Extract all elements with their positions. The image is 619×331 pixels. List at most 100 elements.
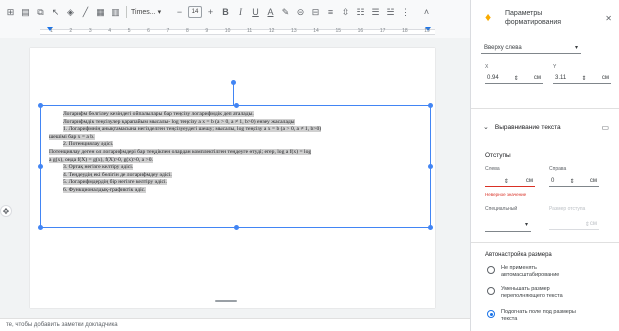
ruler-number: 15 — [335, 28, 342, 34]
ruler-number: 18 — [402, 28, 408, 34]
left-indent-label: Слева — [485, 166, 500, 172]
resize-handle-sw[interactable] — [38, 225, 43, 230]
toolbar: ⊞ ▤ ⧉ ↖ ◈ ╱ ▦ ▥ Times... ▾ − 14 + B I U … — [0, 0, 470, 24]
ruler-number: 10 — [224, 28, 231, 34]
stepper-icon[interactable]: ⇕ — [514, 75, 519, 82]
shape-icon[interactable]: ◈ — [64, 6, 77, 19]
resize-handle-n[interactable] — [234, 103, 239, 108]
select-icon[interactable]: ↖ — [49, 6, 62, 19]
bulleted-list-icon[interactable]: ☰ — [369, 6, 382, 19]
comment-icon[interactable]: ▭ — [601, 123, 609, 132]
autofit-resize-radio[interactable] — [487, 310, 495, 318]
slides-app: ⊞ ▤ ⧉ ↖ ◈ ╱ ▦ ▥ Times... ▾ − 14 + B I U … — [0, 0, 619, 331]
more-icon[interactable]: ⋮ — [399, 6, 412, 19]
rotate-handle[interactable] — [231, 80, 236, 85]
ruler-number: 7 — [166, 28, 170, 34]
ruler-number: 19 — [424, 28, 430, 34]
autofit-resize-label: Подогнать поле под размеры текста — [501, 309, 576, 322]
panel-divider — [471, 242, 619, 243]
text-line: Потенциялау деген ол логарифмдері бар те… — [49, 148, 312, 155]
ruler-numbers: 1 2 3 4 5 6 7 8 9 10 11 12 13 14 15 16 1… — [50, 28, 430, 34]
bold-icon[interactable]: B — [219, 6, 232, 19]
stepper-icon[interactable]: ⇕ — [582, 75, 587, 82]
autofit-shrink-radio[interactable] — [487, 287, 495, 295]
ruler-number: 17 — [379, 28, 386, 34]
checklist-icon[interactable]: ☷ — [354, 6, 367, 19]
layout-icon[interactable]: ▥ — [109, 6, 122, 19]
special-indent-label: Специальный — [485, 206, 518, 212]
special-indent-dropdown[interactable]: ▾ — [485, 218, 531, 232]
resize-handle-s[interactable] — [234, 225, 239, 230]
font-increase-icon[interactable]: + — [204, 6, 217, 19]
left-indent-unit: см — [525, 178, 533, 184]
ruler-number: 2 — [69, 28, 73, 34]
font-select[interactable]: Times... ▾ — [131, 5, 171, 19]
autofit-none-radio[interactable] — [487, 266, 495, 274]
slide-page[interactable]: Логарифм бөлгілеу кезіндегі ойпалылары б… — [30, 48, 435, 308]
collapse-icon[interactable]: ˄ — [420, 6, 433, 19]
ruler-number: 12 — [268, 28, 275, 34]
y-unit: см — [601, 75, 609, 81]
ruler-number: 9 — [205, 28, 209, 34]
ruler-number: 14 — [313, 28, 319, 34]
text-alignment-title: Выравнивание текста — [494, 123, 561, 131]
underline-icon[interactable]: U — [249, 6, 262, 19]
autofit-title: Автонастройка размера — [485, 252, 552, 258]
notes-resize-handle[interactable] — [215, 300, 237, 302]
stepper-icon[interactable]: ⇕ — [570, 178, 575, 185]
right-indent-field[interactable]: 0 ⇕ см — [549, 177, 599, 187]
text-line: 3. Ортақ негізге келтіру әдісі. — [63, 164, 134, 171]
left-indent-field[interactable]: ⇕ см — [485, 177, 535, 187]
move-icon[interactable]: ✥ — [0, 205, 12, 217]
indents-label: Отступы — [485, 152, 511, 159]
indent-size-field: ⇕ см — [549, 220, 599, 230]
indent-size-label: Размер отступа — [549, 206, 586, 212]
indent-size-unit: см — [589, 221, 597, 227]
stepper-icon[interactable]: ⇕ — [504, 178, 509, 185]
line-spacing-icon[interactable]: ⇳ — [339, 6, 352, 19]
panel-title: Параметры форматирования — [505, 10, 562, 26]
autofit-none-label: Не применять автомасштабирование — [501, 265, 560, 278]
position-dropdown[interactable]: Вверху слева ▾ — [481, 42, 581, 54]
speaker-notes[interactable]: те, чтобы добавить заметки докладчика — [0, 318, 470, 331]
resize-handle-w[interactable] — [38, 164, 43, 169]
ruler-number: 13 — [291, 28, 297, 34]
error-message: Неверное значение — [485, 192, 527, 197]
numbered-list-icon[interactable]: ☱ — [384, 6, 397, 19]
insert-comment-icon[interactable]: ⊟ — [309, 6, 322, 19]
resize-handle-nw[interactable] — [38, 103, 43, 108]
resize-handle-ne[interactable] — [428, 103, 433, 108]
text-color-icon[interactable]: A — [264, 6, 277, 19]
text-box-icon[interactable]: ▤ — [19, 6, 32, 19]
text-box-content[interactable]: Логарифм бөлгілеу кезіндегі ойпалылары б… — [41, 106, 430, 200]
slide-canvas: Логарифм бөлгілеу кезіндегі ойпалылары б… — [0, 38, 470, 318]
close-icon[interactable]: ✕ — [605, 14, 612, 23]
align-icon[interactable]: ≡ — [324, 6, 337, 19]
text-line: a g(x), онда f(X) = g(x), f(X)>0, g(x)>0… — [49, 156, 153, 163]
chevron-down-icon: ▾ — [574, 45, 578, 51]
italic-icon[interactable]: I — [234, 6, 247, 19]
text-alignment-section-header[interactable]: ⌄ Выравнивание текста — [483, 123, 613, 132]
highlight-icon[interactable]: ✎ — [279, 6, 292, 19]
y-position-field[interactable]: 3.11 ⇕ см — [553, 74, 611, 84]
link-icon[interactable]: ⊝ — [294, 6, 307, 19]
y-position-value: 3.11 — [555, 75, 567, 81]
text-line: Логарифм бөлгілеу кезіндегі ойпалылары б… — [63, 111, 254, 117]
text-box[interactable]: Логарифм бөлгілеу кезіндегі ойпалылары б… — [38, 103, 433, 230]
add-icon[interactable]: ⊞ — [4, 6, 17, 19]
speaker-notes-hint: те, чтобы добавить заметки докладчика — [6, 322, 118, 328]
font-size-input[interactable]: 14 — [188, 6, 202, 18]
resize-handle-e[interactable] — [428, 164, 433, 169]
text-line: Логарифмдік теңсізулер қарапайым мысалы-… — [63, 118, 295, 125]
autofit-shrink-label: Уменьшать размер переполняющего текста — [501, 286, 563, 299]
image-icon[interactable]: ⧉ — [34, 6, 47, 19]
comment-icon[interactable]: ▦ — [94, 6, 107, 19]
resize-handle-se[interactable] — [428, 225, 433, 230]
chevron-down-icon: ▾ — [524, 222, 528, 228]
text-line: 2. Потенциялау әдісі. — [63, 141, 114, 148]
line-icon[interactable]: ╱ — [79, 6, 92, 19]
x-position-field[interactable]: 0.94 ⇕ см — [485, 74, 543, 84]
text-line: 5. Логарифмдердің бір негізге келтіру әд… — [63, 179, 167, 186]
ruler-number: 5 — [127, 28, 131, 34]
font-decrease-icon[interactable]: − — [173, 6, 186, 19]
